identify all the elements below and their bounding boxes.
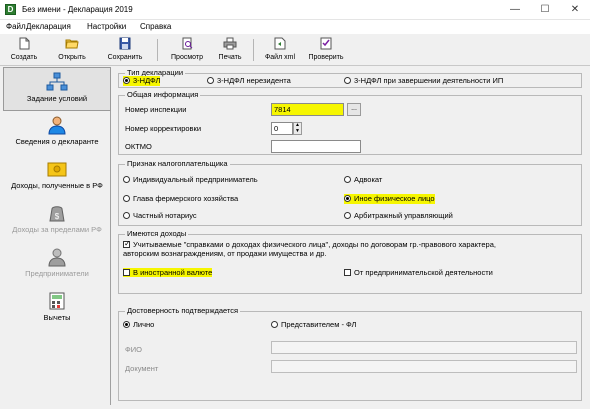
income-rf-icon <box>47 162 67 177</box>
xml-file-icon <box>274 37 286 50</box>
app-icon: D <box>5 4 16 15</box>
correction-spinner[interactable]: ▲ ▼ <box>293 122 302 135</box>
inspection-browse-button[interactable]: ... <box>347 103 361 116</box>
authenticity-title: Достоверность подтверждается <box>125 306 241 315</box>
conditions-icon <box>46 72 68 91</box>
foreign-income-icon: $ <box>49 206 65 222</box>
general-info-group: Общая информация Номер инспекции 7814 ..… <box>118 90 582 155</box>
sidebar-item-income-rf[interactable]: Доходы, полученные в РФ <box>3 155 111 199</box>
open-button[interactable]: Открыть <box>50 36 94 65</box>
taxpayer-type-group: Признак налогоплательщика Индивидуальный… <box>118 159 582 226</box>
xml-file-button[interactable]: Файл xml <box>260 36 300 65</box>
check-button[interactable]: Проверить <box>304 36 348 65</box>
save-disk-icon <box>119 37 131 50</box>
taxpayer-type-title: Признак налогоплательщика <box>125 159 230 168</box>
income-certificates-checkbox[interactable]: Учитываемые "справками о доходах физичес… <box>123 239 513 258</box>
print-button[interactable]: Печать <box>212 36 248 65</box>
close-button[interactable]: ✕ <box>560 0 590 20</box>
taxpayer-ip-radio[interactable]: Индивидуальный предприниматель <box>123 175 258 185</box>
spin-down-icon[interactable]: ▼ <box>294 128 301 135</box>
sidebar-item-deductions[interactable]: Вычеты <box>3 287 111 331</box>
fio-label: ФИО <box>125 345 142 354</box>
correction-number-field[interactable]: 0 <box>271 122 293 135</box>
menu-file[interactable]: Файл <box>6 22 26 31</box>
preview-button[interactable]: Просмотр <box>164 36 210 65</box>
deductions-icon <box>49 292 65 310</box>
authenticity-group: Достоверность подтверждается Лично Предс… <box>118 306 582 401</box>
authenticity-representative-radio[interactable]: Представителем - ФЛ <box>271 320 356 330</box>
taxpayer-farm-head-radio[interactable]: Глава фермерского хозяйства <box>123 194 238 204</box>
general-info-title: Общая информация <box>125 90 201 99</box>
title-bar: D Без имени - Декларация 2019 — ☐ ✕ <box>0 0 590 20</box>
taxpayer-arbitration-radio[interactable]: Арбитражный управляющий <box>344 211 453 221</box>
svg-text:$: $ <box>55 212 60 221</box>
fio-field[interactable] <box>271 341 577 354</box>
sidebar: Задание условий Сведения о декларанте До… <box>3 67 111 405</box>
new-document-icon <box>19 37 30 50</box>
correction-label: Номер корректировки <box>125 124 202 133</box>
authenticity-personal-radio[interactable]: Лично <box>123 320 154 330</box>
menu-declaration[interactable]: Декларация <box>26 22 71 31</box>
document-label: Документ <box>125 364 159 373</box>
menu-help[interactable]: Справка <box>140 22 171 31</box>
sidebar-item-declarant[interactable]: Сведения о декларанте <box>3 111 111 155</box>
checklist-icon <box>320 37 332 50</box>
document-field[interactable] <box>271 360 577 373</box>
toolbar-separator <box>253 39 254 61</box>
income-title: Имеются доходы <box>125 229 189 238</box>
inspection-label: Номер инспекции <box>125 105 187 114</box>
toolbar-separator <box>157 39 158 61</box>
income-group: Имеются доходы Учитываемые "справками о … <box>118 229 582 294</box>
oktmo-label: ОКТМО <box>125 142 152 151</box>
toolbar: Создать Открыть Сохранить Просмотр Печат… <box>0 35 590 66</box>
create-button[interactable]: Создать <box>4 36 44 65</box>
maximize-button[interactable]: ☐ <box>530 0 560 20</box>
business-income-checkbox[interactable]: От предпринимательской деятельности <box>344 268 493 277</box>
save-button[interactable]: Сохранить <box>100 36 150 65</box>
open-folder-icon <box>65 39 79 49</box>
foreign-currency-checkbox[interactable]: В иностранной валюте <box>123 268 213 277</box>
main-panel: Тип декларации 3-НДФЛ 3-НДФЛ нерезидента… <box>114 67 586 405</box>
taxpayer-notary-radio[interactable]: Частный нотариус <box>123 211 197 221</box>
minimize-button[interactable]: — <box>500 0 530 20</box>
sidebar-item-entrepreneurs[interactable]: Предприниматели <box>3 243 111 287</box>
declarant-icon <box>48 116 66 135</box>
preview-icon <box>182 37 193 50</box>
oktmo-field[interactable] <box>271 140 361 153</box>
declaration-type-group: Тип декларации 3-НДФЛ 3-НДФЛ нерезидента… <box>118 68 582 88</box>
taxpayer-lawyer-radio[interactable]: Адвокат <box>344 175 382 185</box>
entrepreneur-icon <box>48 248 66 267</box>
menu-settings[interactable]: Настройки <box>87 22 126 31</box>
decl-type-3ndfl-radio[interactable]: 3-НДФЛ <box>123 76 161 86</box>
menu-bar: Файл Декларация Настройки Справка <box>0 20 590 34</box>
inspection-number-field[interactable]: 7814 <box>271 103 344 116</box>
printer-icon <box>223 37 237 50</box>
taxpayer-other-person-radio[interactable]: Иное физическое лицо <box>344 194 435 204</box>
sidebar-item-conditions[interactable]: Задание условий <box>3 67 111 111</box>
sidebar-item-foreign-income[interactable]: $ Доходы за пределами РФ <box>3 199 111 243</box>
window-title: Без имени - Декларация 2019 <box>22 5 133 14</box>
decl-type-ip-end-radio[interactable]: 3-НДФЛ при завершении деятельности ИП <box>344 76 503 86</box>
decl-type-nonresident-radio[interactable]: 3-НДФЛ нерезидента <box>207 76 291 86</box>
